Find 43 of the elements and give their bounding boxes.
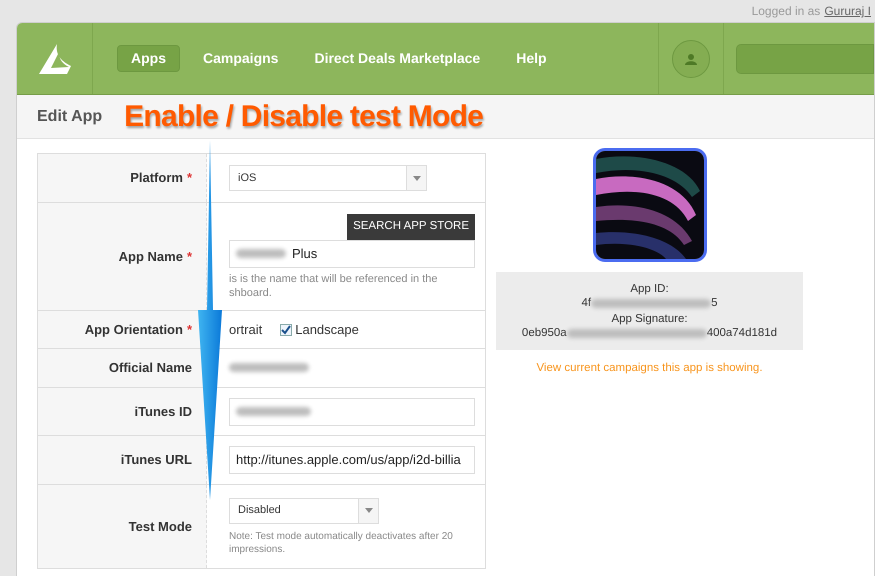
- nav-tab[interactable]: Help: [503, 45, 560, 72]
- field-label: iTunes URL: [120, 451, 192, 470]
- search-field[interactable]: [736, 44, 874, 74]
- field-label: Test Mode: [128, 518, 192, 536]
- app-id-value: 4f: [582, 296, 592, 310]
- select-field[interactable]: iOS: [229, 165, 427, 191]
- caret-icon: [412, 176, 420, 180]
- required-mark: *: [186, 169, 192, 188]
- app-id-value: 5: [711, 296, 718, 310]
- checkbox-label: ortrait: [229, 320, 262, 339]
- caret-icon: [364, 508, 372, 513]
- user-link[interactable]: Gururaj I: [824, 2, 871, 20]
- page-title: Edit App: [37, 106, 102, 126]
- nav-tab[interactable]: Campaigns: [190, 45, 292, 72]
- field-label: App Orientation: [84, 320, 183, 339]
- checkbox-label: Landscape: [295, 320, 359, 339]
- app-signature-value: 400a74d181d: [706, 326, 778, 340]
- field-label: Official Name: [108, 359, 192, 378]
- app-signature-label: App Signature:: [611, 312, 688, 326]
- user-avatar[interactable]: [672, 40, 710, 78]
- logged-in-text: Logged in as: [752, 3, 820, 20]
- field-label: iTunes ID: [134, 402, 192, 421]
- check-icon: [281, 324, 292, 334]
- required-mark: *: [186, 320, 192, 339]
- annotation-text: Enable / Disable test Mode: [124, 99, 484, 135]
- nav-tab[interactable]: Apps: [117, 45, 180, 72]
- field-label: Platform: [130, 169, 183, 188]
- help-text: is is the name that will be referenced in the: [229, 272, 439, 286]
- help-text: shboard.: [229, 286, 273, 300]
- input-field[interactable]: [229, 398, 475, 426]
- input-field[interactable]: http://itunes.apple.com/us/app/i2d-billia: [229, 446, 475, 474]
- logo-icon: [36, 42, 72, 76]
- field-label: App Name: [118, 248, 183, 266]
- user-icon: [685, 52, 697, 64]
- select-field[interactable]: Disabled: [229, 498, 379, 524]
- app-id-label: App ID:: [630, 282, 669, 296]
- search-app-store-button[interactable]: SEARCH APP STORE: [347, 214, 475, 240]
- nav-tab[interactable]: Direct Deals Marketplace: [301, 45, 494, 72]
- help-text: Note: Test mode automatically deactivates after 20 impressions.: [229, 530, 454, 556]
- checkbox[interactable]: [280, 324, 292, 336]
- input-field[interactable]: Plus: [229, 240, 475, 268]
- required-mark: *: [186, 248, 192, 266]
- app-signature-value: 0eb950a: [522, 326, 567, 340]
